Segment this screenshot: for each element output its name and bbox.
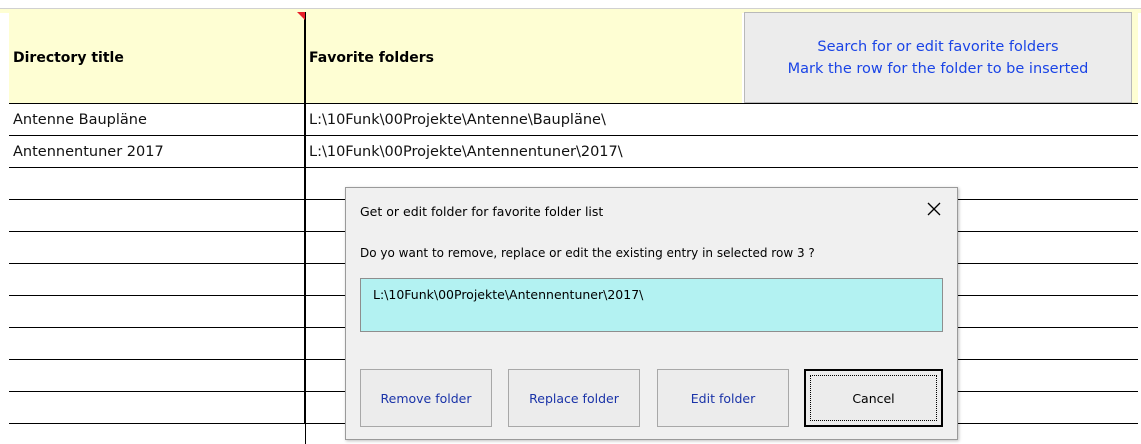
header-directory-title[interactable]: Directory title: [9, 12, 305, 103]
header-favorite-folders-label: Favorite folders: [309, 49, 434, 66]
directory-title-cell[interactable]: [9, 264, 305, 295]
directory-title-cell[interactable]: [9, 168, 305, 199]
replace-folder-button[interactable]: Replace folder: [508, 369, 640, 427]
directory-title-cell[interactable]: [9, 232, 305, 263]
folder-path-field[interactable]: L:\10Funk\00Projekte\Antennentuner\2017\: [360, 278, 943, 332]
table-row[interactable]: Antennentuner 2017 L:\10Funk\00Projekte\…: [9, 136, 1138, 168]
header-edge: [1132, 12, 1138, 103]
directory-title-cell[interactable]: [9, 328, 305, 359]
directory-title-cell[interactable]: [9, 200, 305, 231]
table-row[interactable]: Antenne Baupläne L:\10Funk\00Projekte\An…: [9, 104, 1138, 136]
dialog-title: Get or edit folder for favorite folder l…: [360, 204, 604, 219]
directory-title-cell[interactable]: [9, 360, 305, 391]
replace-folder-label: Replace folder: [529, 390, 619, 406]
search-button-line1: Search for or edit favorite folders: [817, 38, 1059, 55]
comment-indicator-icon[interactable]: [297, 12, 305, 20]
column-divider: [305, 12, 306, 444]
directory-title-cell[interactable]: [9, 392, 305, 423]
header-directory-title-label: Directory title: [13, 49, 124, 66]
cancel-button[interactable]: Cancel: [804, 369, 943, 427]
edit-folder-label: Edit folder: [690, 390, 756, 406]
favorite-folder-cell[interactable]: L:\10Funk\00Projekte\Antennentuner\2017\: [305, 136, 1138, 167]
cancel-label: Cancel: [852, 390, 895, 406]
directory-title-cell[interactable]: Antennentuner 2017: [9, 136, 305, 167]
close-button[interactable]: [922, 197, 946, 221]
header-favorite-folders[interactable]: Favorite folders: [305, 12, 742, 103]
directory-title-cell[interactable]: Antenne Baupläne: [9, 104, 305, 135]
search-button-line2: Mark the row for the folder to be insert…: [787, 60, 1089, 77]
remove-folder-button[interactable]: Remove folder: [360, 369, 492, 427]
cancel-focus-ring: Cancel: [810, 375, 937, 421]
search-favorite-folders-button[interactable]: Search for or edit favorite folders Mark…: [744, 12, 1132, 103]
close-icon: [927, 202, 941, 216]
favorite-folder-dialog: Get or edit folder for favorite folder l…: [345, 187, 958, 440]
dialog-message: Do yo want to remove, replace or edit th…: [360, 246, 815, 260]
favorite-folder-cell[interactable]: L:\10Funk\00Projekte\Antenne\Baupläne\: [305, 104, 1138, 135]
directory-title-cell[interactable]: [9, 296, 305, 327]
edit-folder-button[interactable]: Edit folder: [657, 369, 789, 427]
remove-folder-label: Remove folder: [380, 390, 472, 406]
